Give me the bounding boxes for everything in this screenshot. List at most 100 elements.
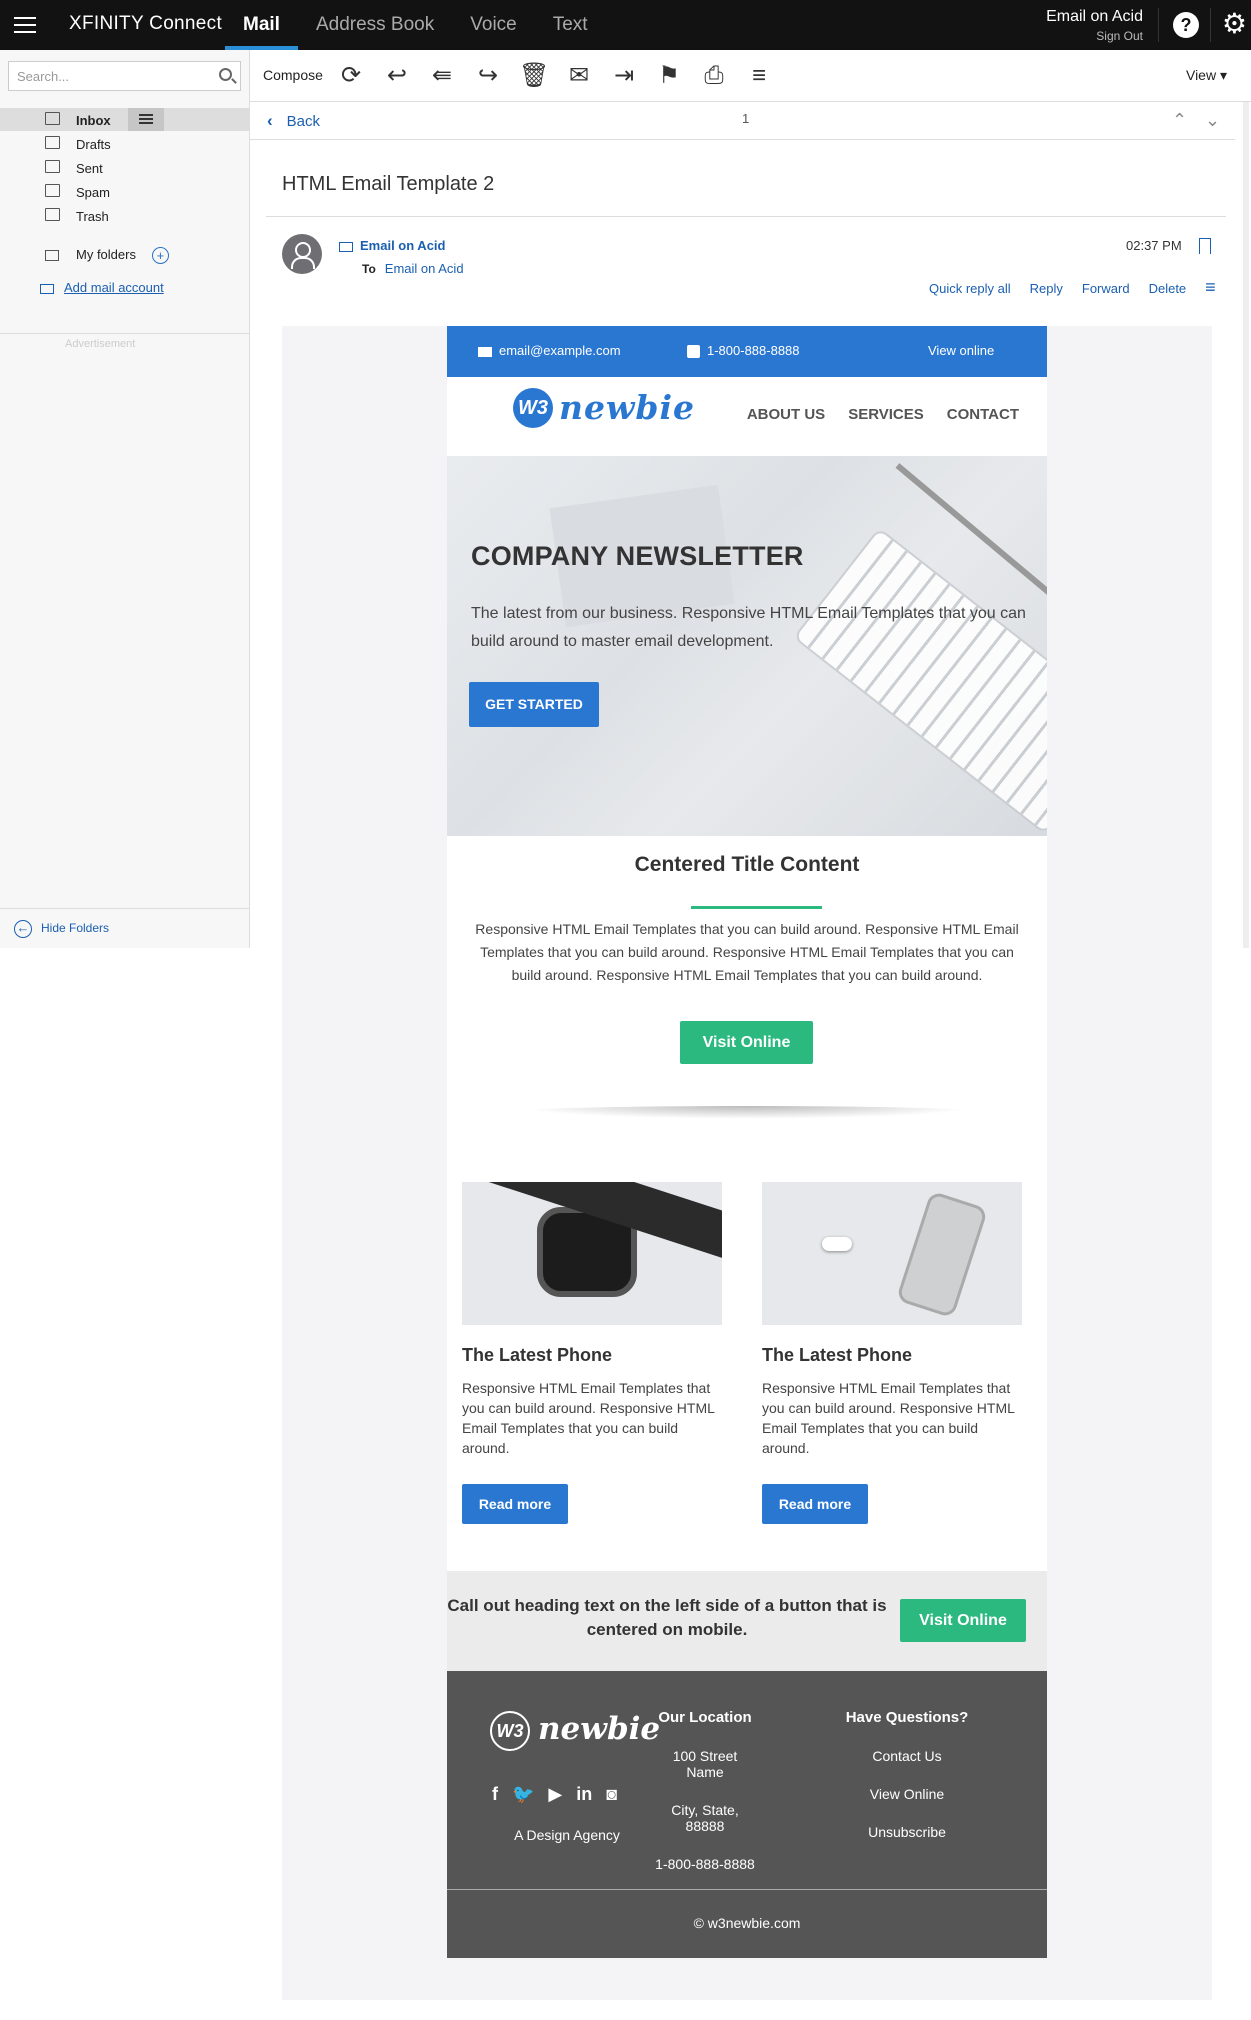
youtube-icon[interactable]: ▶ — [548, 1784, 562, 1805]
compose-button[interactable]: Compose — [263, 67, 323, 83]
delete-link[interactable]: Delete — [1149, 281, 1187, 296]
card-text: Responsive HTML Email Templates that you… — [762, 1380, 1015, 1456]
product-card: The Latest Phone Responsive HTML Email T… — [462, 1182, 722, 1524]
chevron-down-icon[interactable]: ⌄ — [1205, 110, 1220, 131]
reply-icon[interactable]: ↩ — [383, 62, 411, 90]
contact-us-link[interactable]: Contact Us — [842, 1748, 972, 1764]
user-menu[interactable]: Email on Acid Sign Out — [1046, 8, 1143, 43]
recipient-name[interactable]: Email on Acid — [385, 261, 464, 276]
forward-link[interactable]: Forward — [1082, 281, 1130, 296]
divider — [1210, 8, 1211, 42]
spam-icon[interactable]: ✉ — [565, 62, 593, 90]
hero-title: COMPANY NEWSLETTER — [471, 541, 804, 571]
print-icon[interactable]: ⎙ — [700, 62, 728, 90]
back-button[interactable]: ‹ Back — [267, 111, 320, 131]
sidebar-item-spam[interactable]: Spam — [0, 180, 249, 203]
sidebar-item-inbox[interactable]: Inbox — [0, 108, 249, 131]
sidebar-item-trash[interactable]: Trash — [0, 204, 249, 227]
gear-icon[interactable]: ⚙ — [1222, 9, 1247, 39]
view-label: View — [1185, 67, 1217, 83]
tab-voice[interactable]: Voice — [452, 0, 534, 50]
delete-icon[interactable]: 🗑 — [519, 62, 549, 90]
twitter-icon[interactable]: 🐦 — [512, 1784, 534, 1805]
more-actions-icon[interactable]: ≡ — [1205, 278, 1216, 296]
sender-name[interactable]: Email on Acid — [360, 238, 445, 253]
read-more-button[interactable]: Read more — [462, 1484, 568, 1524]
bookmark-icon[interactable]: ⚑ — [655, 62, 683, 90]
search-input[interactable]: Search... — [8, 61, 241, 91]
tab-text[interactable]: Text — [535, 0, 606, 50]
hamburger-menu-icon[interactable] — [14, 14, 36, 34]
view-dropdown[interactable]: View ▾ — [1186, 67, 1227, 84]
email-topbar: email@example.com 1-800-888-8888 View on… — [447, 326, 1047, 377]
sign-out-link[interactable]: Sign Out — [1046, 29, 1143, 43]
tab-mail[interactable]: Mail — [225, 0, 298, 50]
app-tabs: Mail Address Book Voice Text — [225, 0, 606, 50]
reply-link[interactable]: Reply — [1030, 281, 1063, 296]
add-mail-account-link[interactable]: Add mail account — [40, 280, 164, 295]
logo-text: newbie — [559, 388, 696, 427]
sidebar-item-drafts[interactable]: Drafts — [0, 132, 249, 155]
my-folders[interactable]: My folders + — [45, 247, 169, 265]
reply-all-icon[interactable]: ⇚ — [428, 62, 456, 90]
instagram-icon[interactable]: ◙ — [606, 1784, 617, 1805]
sender[interactable]: Email on Acid — [339, 238, 445, 253]
sidebar-item-label: Sent — [76, 161, 103, 176]
watch-image — [462, 1182, 722, 1325]
location-column: Our Location 100 Street Name City, State… — [655, 1709, 755, 1894]
refresh-icon[interactable]: ⟳ — [337, 62, 365, 90]
bookmark-icon[interactable] — [1199, 238, 1211, 254]
email-contact[interactable]: email@example.com — [478, 343, 621, 358]
search-placeholder: Search... — [17, 69, 70, 84]
location-heading: Our Location — [658, 1709, 752, 1726]
folder-menu-icon[interactable] — [128, 108, 164, 131]
chevron-left-icon: ‹ — [267, 111, 273, 130]
hide-folders-button[interactable]: ← Hide Folders — [0, 908, 249, 949]
add-folder-icon[interactable]: + — [151, 247, 169, 265]
centered-text: Responsive HTML Email Templates that you… — [475, 921, 1019, 983]
search-icon[interactable] — [219, 68, 232, 81]
user-name[interactable]: Email on Acid — [1046, 8, 1143, 26]
address-line: 100 Street Name — [672, 1748, 738, 1780]
menu-contact[interactable]: CONTACT — [947, 406, 1019, 423]
mail-toolbar: Compose ⟳ ↩ ⇚ ↪ 🗑 ✉ ⇥ ⚑ ⎙ ≡ View ▾ — [250, 50, 1251, 102]
sidebar-item-sent[interactable]: Sent — [0, 156, 249, 179]
get-started-button[interactable]: GET STARTED — [469, 682, 599, 727]
divider — [0, 333, 249, 334]
keyboard-image — [792, 527, 1047, 835]
view-online-link[interactable]: View online — [928, 343, 994, 358]
divider — [266, 216, 1226, 217]
menu-services[interactable]: SERVICES — [848, 406, 924, 423]
facebook-icon[interactable]: f — [492, 1784, 498, 1805]
chevron-up-icon[interactable]: ⌃ — [1172, 110, 1187, 131]
read-more-button[interactable]: Read more — [762, 1484, 868, 1524]
tab-address-book[interactable]: Address Book — [298, 0, 452, 50]
move-icon[interactable]: ⇥ — [610, 62, 638, 90]
phone-contact[interactable]: 1-800-888-8888 — [687, 343, 800, 359]
phone-icon — [687, 345, 700, 359]
forward-icon[interactable]: ↪ — [474, 62, 502, 90]
help-icon[interactable]: ? — [1173, 12, 1199, 38]
quick-reply-all-link[interactable]: Quick reply all — [929, 281, 1011, 296]
scrollbar[interactable] — [1243, 102, 1249, 948]
linkedin-icon[interactable]: in — [576, 1784, 592, 1805]
copyright: © w3newbie.com — [693, 1915, 801, 1931]
message-subject: HTML Email Template 2 — [282, 173, 495, 195]
recipient: To Email on Acid — [362, 261, 464, 276]
callout-visit-online-button[interactable]: Visit Online — [900, 1599, 1026, 1642]
view-online-link[interactable]: View Online — [842, 1786, 972, 1802]
contact-phone[interactable]: 1-800-888-8888 — [707, 343, 800, 358]
city-line: City, State, 88888 — [671, 1802, 739, 1834]
unsubscribe-link[interactable]: Unsubscribe — [842, 1824, 972, 1840]
message-nav-row: ‹ Back 1 ⌃ ⌄ — [250, 102, 1235, 140]
contact-email[interactable]: email@example.com — [499, 343, 621, 358]
add-mail-account-label: Add mail account — [64, 280, 164, 295]
menu-about-us[interactable]: ABOUT US — [747, 406, 825, 423]
visit-online-button[interactable]: Visit Online — [680, 1021, 813, 1064]
footer-divider — [447, 1889, 1047, 1890]
sidebar-item-label: Inbox — [76, 113, 111, 128]
title-underline — [691, 906, 822, 909]
phone-image — [762, 1182, 1022, 1325]
logo-badge: W3 — [513, 388, 553, 428]
more-menu-icon[interactable]: ≡ — [745, 62, 773, 90]
